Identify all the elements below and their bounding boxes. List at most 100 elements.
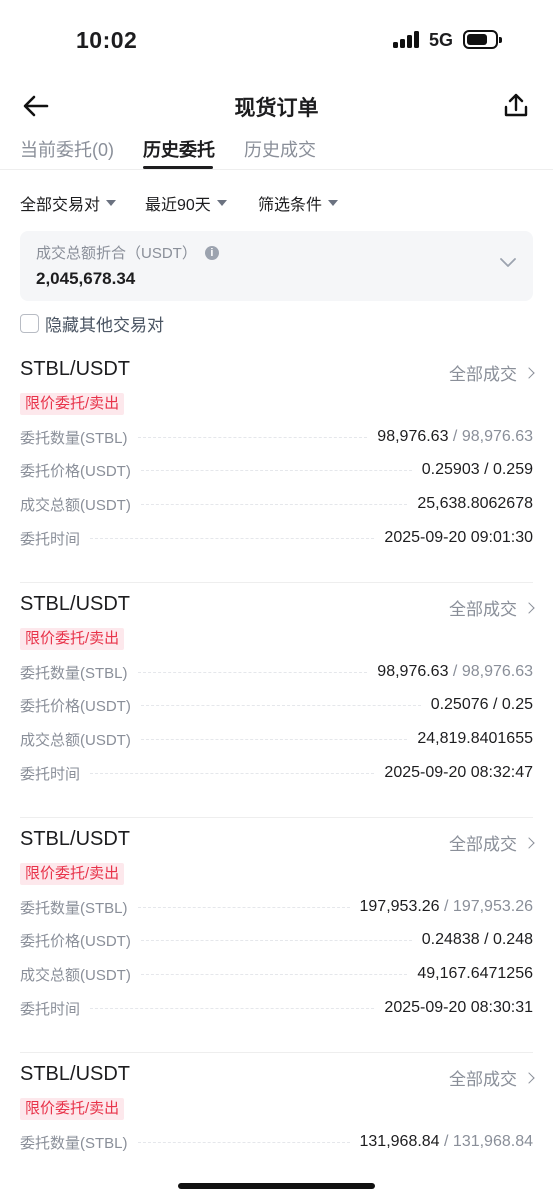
order-price-value: 0.25903 / 0.259 [421,461,533,478]
order-type-badge: 限价委托/卖出 [20,863,125,885]
order-type-badge: 限价委托/卖出 [20,1098,125,1120]
chevron-right-icon [523,601,535,614]
qty-total: / 131,968.84 [439,1133,533,1150]
order-amount-label: 成交总额(USDT) [20,496,131,514]
order-amount-row: 成交总额(USDT) 24,819.8401655 [20,727,533,751]
order-qty-value: 197,953.26 / 197,953.26 [360,898,534,916]
order-status-link[interactable]: 全部成交 [449,830,535,855]
order-price-value: 0.25076 / 0.25 [430,696,533,713]
order-status-link[interactable]: 全部成交 [449,595,535,620]
order-type-badge: 限价委托/卖出 [20,393,125,415]
order-amount-value: 25,638.8062678 [417,495,533,512]
order-qty-row: 委托数量(STBL) 98,976.63 / 98,976.63 [20,660,533,684]
caret-down-icon [328,200,339,206]
order-status: 全部成交 [449,600,517,619]
chevron-right-icon [523,1071,535,1084]
order-pair: STBL/USDT [20,1063,131,1085]
order-amount-row: 成交总额(USDT) 25,638.8062678 [20,492,533,516]
order-time-value: 2025-09-20 08:30:31 [384,999,533,1016]
chevron-right-icon [523,366,535,379]
order-status: 全部成交 [449,835,517,854]
order-amount-label: 成交总额(USDT) [20,731,131,749]
order-price-row: 委托价格(USDT) 0.24838 / 0.248 [20,928,533,952]
dashed-leader [140,973,408,975]
qty-filled: 197,953.26 [359,898,440,915]
order-qty-label: 委托数量(STBL) [20,664,128,682]
tab-order-history[interactable]: 历史委托 [143,136,215,162]
order-card[interactable]: STBL/USDT 全部成交 限价委托/卖出 委托数量(STBL) 98,976… [20,583,535,818]
order-time-row: 委托时间 2025-09-20 09:01:30 [20,526,533,550]
order-price-label: 委托价格(USDT) [20,462,131,480]
order-qty-row: 委托数量(STBL) 131,968.84 / 131,968.84 [20,1130,533,1154]
chevron-down-icon[interactable] [499,255,517,269]
total-amount-label-row: 成交总额折合（USDT） i [36,242,219,263]
caret-down-icon [216,200,227,206]
qty-filled: 98,976.63 [377,663,449,680]
share-icon[interactable] [501,90,531,120]
total-amount-value: 2,045,678.34 [36,269,136,288]
caret-down-icon [106,200,117,206]
dashed-leader [90,772,375,774]
order-time-value: 2025-09-20 08:32:47 [384,764,533,781]
period-filter-dropdown[interactable]: 最近90天 [145,191,227,215]
status-time: 10:02 [76,27,138,53]
period-filter-label: 最近90天 [145,197,211,214]
order-pair: STBL/USDT [20,593,131,615]
dashed-leader [140,704,421,706]
order-time-row: 委托时间 2025-09-20 08:32:47 [20,761,533,785]
order-status-link[interactable]: 全部成交 [449,1065,535,1090]
order-time-value: 2025-09-20 09:01:30 [384,529,533,546]
pair-filter-label: 全部交易对 [20,197,101,214]
order-card[interactable]: STBL/USDT 全部成交 限价委托/卖出 委托数量(STBL) 98,976… [20,348,535,583]
total-amount-card[interactable]: 成交总额折合（USDT） i 2,045,678.34 [20,231,533,301]
order-card[interactable]: STBL/USDT 全部成交 限价委托/卖出 委托数量(STBL) 131,96… [20,1053,535,1173]
order-price-row: 委托价格(USDT) 0.25903 / 0.259 [20,458,533,482]
order-qty-value: 98,976.63 / 98,976.63 [377,428,533,446]
tab-current-orders[interactable]: 当前委托(0) [20,136,114,162]
order-qty-value: 98,976.63 / 98,976.63 [377,663,533,681]
order-time-label: 委托时间 [20,530,81,548]
pair-filter-dropdown[interactable]: 全部交易对 [20,191,117,215]
order-status: 全部成交 [449,365,517,384]
order-price-value: 0.24838 / 0.248 [421,931,533,948]
order-qty-label: 委托数量(STBL) [20,1134,128,1152]
dashed-leader [140,503,408,505]
dashed-leader [140,738,408,740]
order-card[interactable]: STBL/USDT 全部成交 限价委托/卖出 委托数量(STBL) 197,95… [20,818,535,1053]
dashed-leader [137,671,368,673]
order-time-label: 委托时间 [20,1000,81,1018]
active-tab-indicator [143,166,213,169]
order-pair: STBL/USDT [20,828,131,850]
qty-filled: 131,968.84 [359,1133,440,1150]
order-qty-row: 委托数量(STBL) 98,976.63 / 98,976.63 [20,425,533,449]
hide-other-pairs-toggle[interactable]: 隐藏其他交易对 [20,312,164,335]
status-bar: 10:02 5G [0,0,553,80]
order-amount-row: 成交总额(USDT) 49,167.6471256 [20,962,533,986]
conditions-filter-dropdown[interactable]: 筛选条件 [258,191,339,215]
qty-filled: 98,976.63 [377,428,449,445]
tab-trade-history[interactable]: 历史成交 [244,136,316,162]
order-qty-value: 131,968.84 / 131,968.84 [360,1133,534,1151]
dashed-leader [137,1141,350,1143]
filter-bar: 全部交易对 最近90天 筛选条件 [0,188,553,216]
qty-total: / 98,976.63 [448,663,533,680]
order-amount-value: 49,167.6471256 [417,965,533,982]
order-qty-row: 委托数量(STBL) 197,953.26 / 197,953.26 [20,895,533,919]
dashed-leader [137,906,350,908]
conditions-filter-label: 筛选条件 [258,197,323,214]
home-indicator[interactable] [178,1183,375,1189]
order-price-label: 委托价格(USDT) [20,932,131,950]
hide-other-pairs-label: 隐藏其他交易对 [45,315,164,335]
order-price-row: 委托价格(USDT) 0.25076 / 0.25 [20,693,533,717]
order-status-link[interactable]: 全部成交 [449,360,535,385]
qty-total: / 98,976.63 [448,428,533,445]
order-type-badge: 限价委托/卖出 [20,628,125,650]
battery-icon [463,30,502,49]
dashed-leader [140,469,412,471]
info-icon[interactable]: i [204,245,219,260]
order-time-row: 委托时间 2025-09-20 08:30:31 [20,996,533,1020]
nav-bar: 现货订单 [0,84,553,128]
hide-other-pairs-checkbox[interactable] [20,313,39,333]
order-time-label: 委托时间 [20,765,81,783]
total-amount-label: 成交总额折合（USDT） [36,245,197,262]
